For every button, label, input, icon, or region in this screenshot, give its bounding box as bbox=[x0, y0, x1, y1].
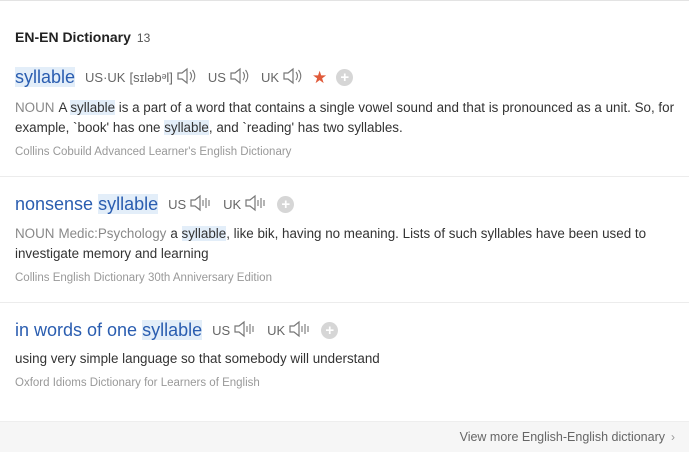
entry-word[interactable]: nonsense syllable bbox=[15, 194, 159, 215]
view-more-link[interactable]: View more English-English dictionary › bbox=[460, 430, 675, 444]
pronunciation-uk: UK bbox=[223, 194, 268, 215]
result-count: 13 bbox=[136, 31, 151, 45]
dictionary-source: Oxford Idioms Dictionary for Learners of… bbox=[15, 377, 260, 389]
pronunciation-us: US bbox=[212, 320, 257, 341]
dictionary-title: EN-EN Dictionary bbox=[15, 29, 131, 45]
uk-label: UK bbox=[223, 197, 242, 212]
speaker-icon[interactable] bbox=[244, 194, 268, 215]
def-highlight: syllable bbox=[181, 226, 227, 241]
speaker-icon[interactable] bbox=[229, 67, 251, 88]
speaker-icon[interactable] bbox=[176, 67, 198, 88]
star-icon[interactable]: ★ bbox=[312, 69, 327, 86]
chevron-right-icon: › bbox=[671, 430, 675, 444]
us-label: US bbox=[207, 70, 226, 85]
entry-divider bbox=[0, 302, 689, 303]
def-text: A bbox=[58, 100, 71, 115]
ipa-text: [sɪləbᵊl] bbox=[129, 70, 173, 85]
word-highlight: syllable bbox=[142, 320, 203, 340]
footer-bar: View more English-English dictionary › bbox=[0, 421, 689, 452]
entry-word[interactable]: in words of one syllable bbox=[15, 320, 203, 341]
dictionary-source: Collins English Dictionary 30th Annivers… bbox=[15, 272, 272, 284]
definition: NOUN Medic:Psychology a syllable, like bik… bbox=[15, 224, 683, 264]
speaker-icon[interactable] bbox=[288, 320, 312, 341]
pron-region-label: US·UK bbox=[85, 70, 126, 85]
dictionary-source: Collins Cobuild Advanced Learner's Engli… bbox=[15, 146, 292, 158]
def-text: , and `reading' has two syllables. bbox=[208, 120, 403, 135]
part-of-speech: NOUN bbox=[15, 100, 55, 115]
subject-domain: Medic:Psychology bbox=[58, 226, 167, 241]
def-highlight: syllable bbox=[70, 100, 116, 115]
pronunciation-combined: US·UK [sɪləbᵊl] bbox=[85, 67, 198, 88]
plus-circle-icon[interactable]: + bbox=[336, 69, 354, 86]
entry-word[interactable]: syllable bbox=[15, 67, 76, 88]
pronunciation-us: US bbox=[168, 194, 213, 215]
plus-circle-icon[interactable]: + bbox=[321, 322, 339, 339]
part-of-speech: NOUN bbox=[15, 226, 55, 241]
dictionary-header: EN-EN Dictionary 13 bbox=[15, 29, 150, 45]
entry-title-row: in words of one syllable US UK + bbox=[15, 320, 339, 341]
speaker-icon[interactable] bbox=[282, 67, 304, 88]
word-text: in words of one bbox=[15, 320, 143, 340]
entry-title-row: syllable US·UK [sɪləbᵊl] US UK ★ + bbox=[15, 67, 354, 88]
uk-label: UK bbox=[260, 70, 280, 85]
definition: using very simple language so that someb… bbox=[15, 351, 380, 366]
uk-label: UK bbox=[267, 323, 286, 338]
speaker-icon[interactable] bbox=[189, 194, 213, 215]
speaker-icon[interactable] bbox=[233, 320, 257, 341]
us-label: US bbox=[212, 323, 231, 338]
word-highlight: syllable bbox=[15, 67, 76, 87]
plus-circle-icon[interactable]: + bbox=[277, 196, 295, 213]
pronunciation-us: US bbox=[208, 67, 251, 88]
dictionary-panel: EN-EN Dictionary 13 syllable US·UK [sɪlə… bbox=[0, 0, 689, 452]
view-more-label: View more English-English dictionary bbox=[459, 430, 665, 444]
word-highlight: syllable bbox=[98, 194, 159, 214]
us-label: US bbox=[168, 197, 187, 212]
entry-divider bbox=[0, 176, 689, 177]
pronunciation-uk: UK bbox=[267, 320, 312, 341]
def-text: a bbox=[170, 226, 182, 241]
word-text: nonsense bbox=[15, 194, 99, 214]
definition: NOUN A syllable is a part of a word that … bbox=[15, 98, 683, 138]
entry-title-row: nonsense syllable US UK + bbox=[15, 194, 295, 215]
def-highlight: syllable bbox=[164, 120, 209, 135]
pronunciation-uk: UK bbox=[261, 67, 304, 88]
